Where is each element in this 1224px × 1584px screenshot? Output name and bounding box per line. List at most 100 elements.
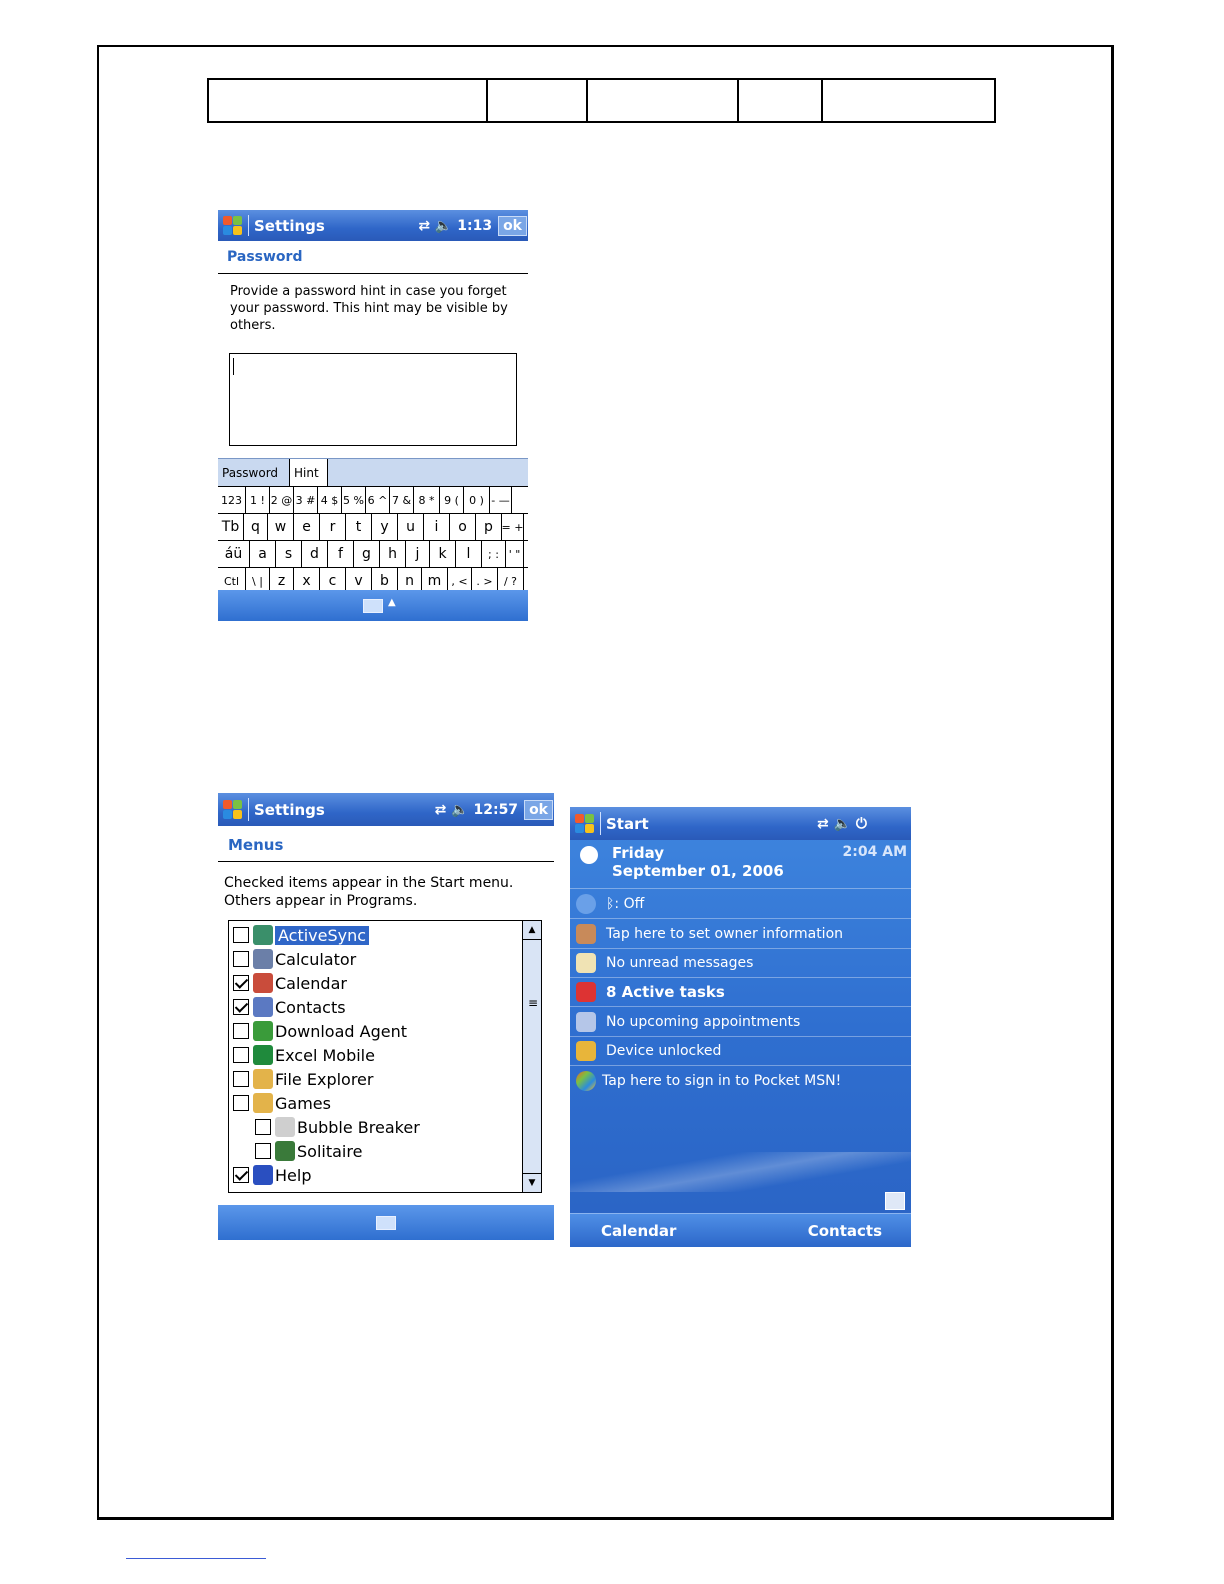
keyboard-key[interactable]: ' " xyxy=(506,541,524,567)
scroll-thumb-icon[interactable]: ≡ xyxy=(528,996,538,1010)
keyboard-key[interactable]: 7 & xyxy=(390,487,414,513)
messages-text: No unread messages xyxy=(606,954,754,971)
bluetooth-icon: ᛒ xyxy=(606,895,615,912)
date-row[interactable]: Friday September 01, 2006 2:04 AM xyxy=(570,840,911,889)
list-item[interactable]: Bubble Breaker xyxy=(255,1116,420,1138)
keyboard-key[interactable]: - — xyxy=(490,487,512,513)
keyboard-key[interactable]: y xyxy=(372,514,398,540)
wireless-icon xyxy=(576,893,596,914)
owner-row[interactable]: Tap here to set owner information xyxy=(570,919,911,949)
keyboard-key[interactable]: d xyxy=(302,541,328,567)
chevron-up-icon[interactable]: ▲ xyxy=(388,597,396,608)
windows-start-icon[interactable] xyxy=(222,215,244,237)
list-item[interactable]: Calculator xyxy=(233,948,356,970)
keyboard-key[interactable]: 4 $ xyxy=(318,487,342,513)
keyboard-key[interactable]: 1 ! xyxy=(246,487,270,513)
app-icon xyxy=(253,949,273,969)
keyboard-key[interactable]: 5 % xyxy=(342,487,366,513)
keyboard-key[interactable]: 2 @ xyxy=(270,487,294,513)
keyboard-key[interactable]: r xyxy=(320,514,346,540)
appointments-row[interactable]: No upcoming appointments xyxy=(570,1007,911,1037)
keyboard-key[interactable]: k xyxy=(430,541,456,567)
keyboard-key[interactable]: a xyxy=(250,541,276,567)
menu-items-list[interactable]: ▲ ≡ ▼ ActiveSync Calculator Calendar Contac… xyxy=(228,920,542,1193)
keyboard-key[interactable]: 3 # xyxy=(294,487,318,513)
list-item[interactable]: Download Agent xyxy=(233,1020,407,1042)
list-item-label: Calculator xyxy=(275,949,357,969)
keyboard-key[interactable]: 9 ( xyxy=(440,487,464,513)
keyboard-key[interactable]: s xyxy=(276,541,302,567)
checkbox[interactable] xyxy=(255,1119,271,1135)
keyboard-key[interactable]: 8 * xyxy=(414,487,440,513)
checkbox[interactable] xyxy=(233,951,249,967)
keyboard-key[interactable]: f xyxy=(328,541,354,567)
keyboard-key[interactable]: g xyxy=(354,541,380,567)
keyboard-icon[interactable] xyxy=(363,599,383,613)
checkbox[interactable] xyxy=(233,1023,249,1039)
keyboard-key[interactable]: 0 ) xyxy=(464,487,490,513)
status-icons[interactable]: ⇄ 🔈 1:13 xyxy=(418,218,492,234)
msn-row[interactable]: Tap here to sign in to Pocket MSN! xyxy=(570,1066,911,1095)
hint-input[interactable] xyxy=(229,353,517,446)
soft-keyboard[interactable]: 123 1 ! 2 @3 #4 $5 % 6 ^ 7 & 8 * 9 (0 ) - — Tb q w… xyxy=(218,486,528,595)
ok-button[interactable]: ok xyxy=(524,799,553,820)
status-icons[interactable]: ⇄ 🔈 12:57 xyxy=(435,802,519,818)
tab-hint[interactable]: Hint xyxy=(290,459,328,486)
tasks-row[interactable]: 8 Active tasks xyxy=(570,977,911,1007)
keyboard-key[interactable]: = + xyxy=(502,514,524,540)
lock-row[interactable]: Device unlocked xyxy=(570,1036,911,1066)
keyboard-key[interactable]: u xyxy=(398,514,424,540)
list-item[interactable]: Games xyxy=(233,1092,331,1114)
keyboard-key[interactable]: Tb xyxy=(218,514,244,540)
tab-password[interactable]: Password xyxy=(218,459,290,486)
checkbox[interactable] xyxy=(233,1095,249,1111)
checkbox[interactable] xyxy=(233,1071,249,1087)
keyboard-key[interactable]: h xyxy=(380,541,406,567)
softkey-calendar[interactable]: Calendar xyxy=(601,1222,676,1240)
list-item-label: Contacts xyxy=(275,997,346,1017)
keyboard-key[interactable]: t xyxy=(346,514,372,540)
keyboard-key[interactable]: j xyxy=(406,541,430,567)
checkbox[interactable] xyxy=(233,999,249,1015)
checkbox[interactable] xyxy=(255,1143,271,1159)
softkey-contacts[interactable]: Contacts xyxy=(808,1222,882,1240)
ok-button[interactable]: ok xyxy=(498,215,527,236)
checkbox[interactable] xyxy=(233,1167,249,1183)
scroll-up-icon[interactable]: ▲ xyxy=(523,921,541,940)
checkbox[interactable] xyxy=(233,927,249,943)
list-item[interactable]: Contacts xyxy=(233,996,346,1018)
list-item-label: ActiveSync xyxy=(275,925,370,945)
messages-row[interactable]: No unread messages xyxy=(570,948,911,978)
windows-start-icon[interactable] xyxy=(574,813,596,835)
keyboard-key[interactable]: i xyxy=(424,514,450,540)
status-icons[interactable]: ⇄ 🔈 ⏻ xyxy=(817,816,867,832)
keyboard-row: Tb q w e r t y u i o p = + xyxy=(218,514,528,541)
app-icon xyxy=(253,1069,273,1089)
keyboard-key[interactable]: l xyxy=(456,541,482,567)
keyboard-key[interactable]: 123 xyxy=(218,487,246,513)
scrollbar[interactable]: ▲ ≡ ▼ xyxy=(522,921,541,1192)
keyboard-key[interactable]: p xyxy=(476,514,502,540)
list-item[interactable]: File Explorer xyxy=(233,1068,373,1090)
keyboard-key[interactable]: ; : xyxy=(482,541,506,567)
network-icon[interactable] xyxy=(885,1192,905,1210)
scroll-down-icon[interactable]: ▼ xyxy=(523,1173,541,1192)
list-item[interactable]: Excel Mobile xyxy=(233,1044,375,1066)
checkbox[interactable] xyxy=(233,1047,249,1063)
keyboard-key[interactable]: 6 ^ xyxy=(366,487,390,513)
keyboard-key[interactable]: w xyxy=(268,514,294,540)
keyboard-key[interactable]: o xyxy=(450,514,476,540)
keyboard-key[interactable]: áü xyxy=(218,541,250,567)
list-item[interactable]: Calendar xyxy=(233,972,347,994)
list-item[interactable]: Solitaire xyxy=(255,1140,362,1162)
softkey-bar: Calendar Contacts xyxy=(570,1213,911,1247)
keyboard-icon[interactable] xyxy=(376,1216,396,1230)
keyboard-key[interactable]: q xyxy=(244,514,268,540)
windows-start-icon[interactable] xyxy=(222,799,244,821)
list-item[interactable]: ActiveSync xyxy=(233,924,370,946)
bluetooth-row[interactable]: ᛒ: Off xyxy=(570,889,911,919)
list-item[interactable]: Help xyxy=(233,1164,311,1186)
checkbox[interactable] xyxy=(233,975,249,991)
keyboard-key[interactable]: e xyxy=(294,514,320,540)
app-icon xyxy=(253,1165,273,1185)
